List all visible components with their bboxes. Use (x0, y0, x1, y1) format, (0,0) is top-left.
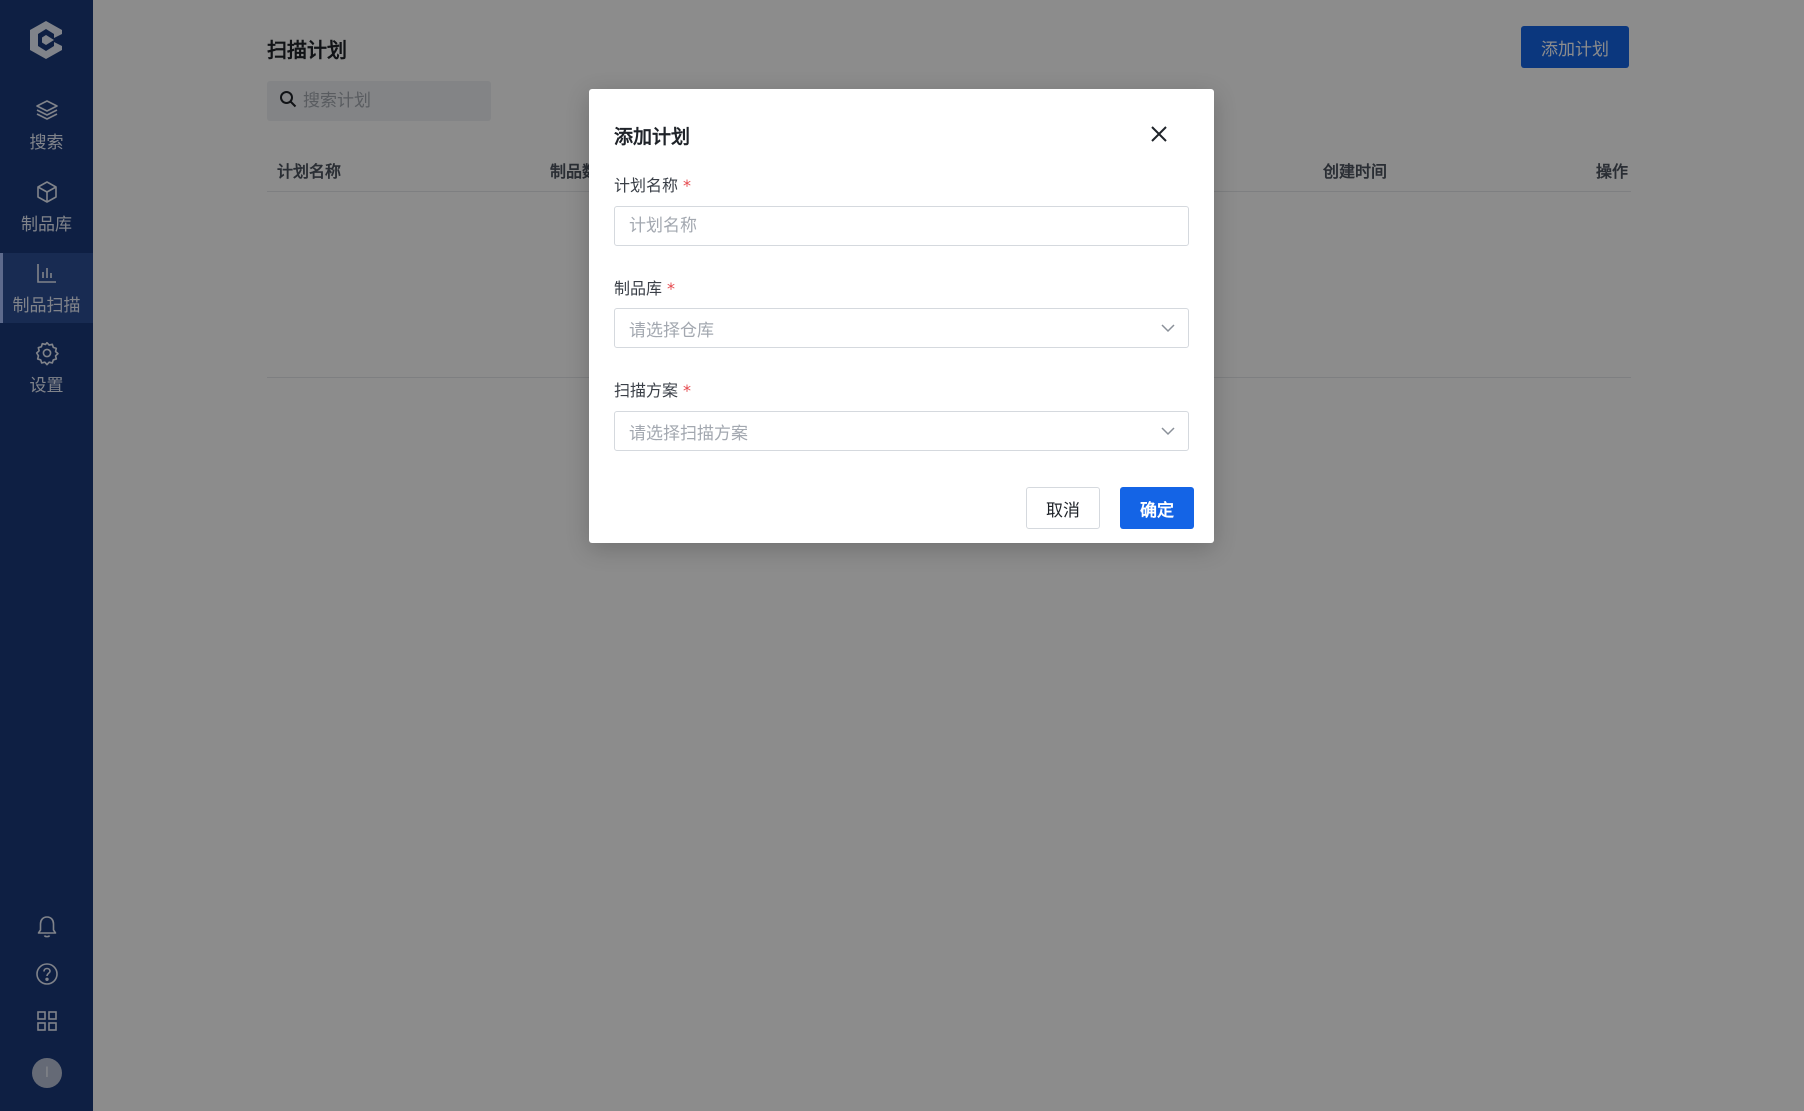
scan-scheme-select-placeholder: 请选择扫描方案 (629, 423, 748, 444)
required-mark: * (683, 381, 692, 400)
confirm-button[interactable]: 确定 (1120, 487, 1194, 529)
scan-scheme-select[interactable]: 请选择扫描方案 (614, 411, 1189, 451)
dialog-title: 添加计划 (614, 126, 691, 148)
plan-name-label: 计划名称 * (614, 176, 692, 195)
chevron-down-icon (1160, 318, 1176, 338)
close-icon[interactable] (1144, 119, 1174, 149)
repository-label: 制品库 * (614, 279, 676, 298)
required-mark: * (667, 279, 676, 298)
required-mark: * (683, 176, 692, 195)
chevron-down-icon (1160, 421, 1176, 441)
add-plan-dialog: 添加计划 计划名称* 制品库* 请选择仓库 扫描方案* 请选择扫描方案 取 (589, 89, 1214, 543)
repository-select-placeholder: 请选择仓库 (629, 320, 714, 341)
plan-name-field[interactable] (614, 206, 1189, 246)
cancel-button[interactable]: 取消 (1026, 487, 1100, 529)
repository-select[interactable]: 请选择仓库 (614, 308, 1189, 348)
scan-scheme-label: 扫描方案 * (614, 381, 692, 400)
plan-name-input[interactable] (629, 216, 1169, 236)
